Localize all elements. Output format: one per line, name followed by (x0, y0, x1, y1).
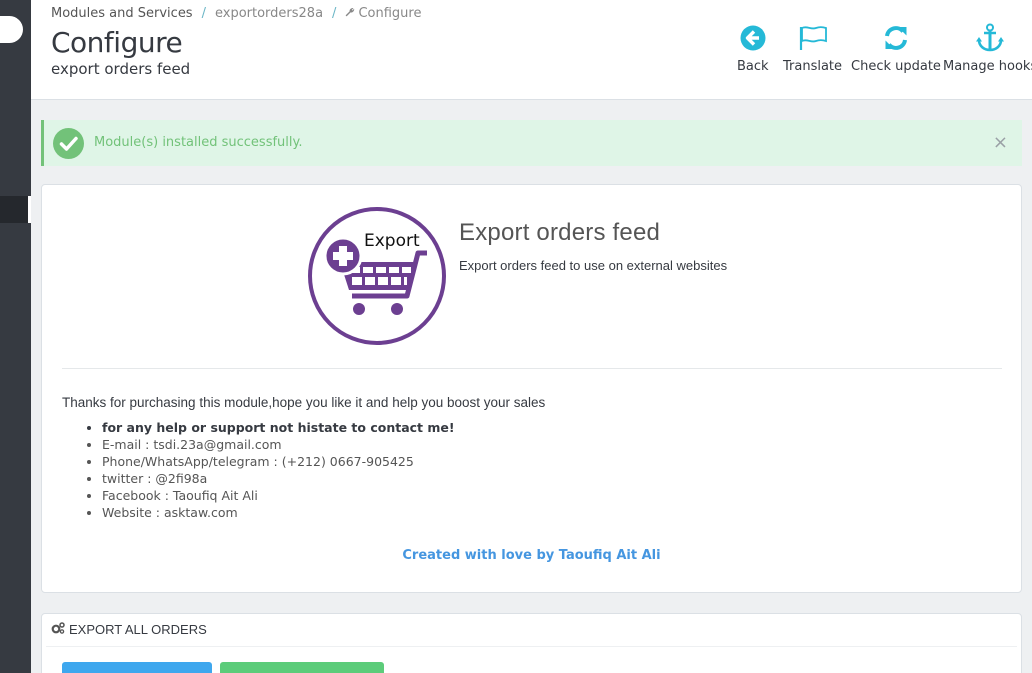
breadcrumb-modules-link[interactable]: Modules and Services (51, 6, 193, 21)
list-item: twitter : @2fi98a (102, 470, 455, 487)
flag-icon (798, 22, 828, 54)
sidebar-active-item[interactable] (0, 196, 31, 223)
panel-divider (46, 646, 1017, 647)
logo-text: Export (364, 231, 420, 251)
panel-title: EXPORT ALL ORDERS (69, 622, 207, 637)
page-title: Configure (51, 26, 183, 59)
translate-label: Translate (783, 59, 843, 74)
anchor-icon (975, 22, 1005, 54)
thanks-message: Thanks for purchasing this module,hope y… (62, 395, 546, 410)
panel-heading: EXPORT ALL ORDERS (51, 622, 207, 637)
gears-icon (51, 622, 65, 637)
export-all-orders-button[interactable] (62, 662, 212, 673)
check-circle-icon (53, 128, 84, 159)
close-icon[interactable]: × (993, 132, 1008, 153)
manage-hooks-button[interactable]: Manage hooks (943, 22, 1032, 74)
list-item: Phone/WhatsApp/telegram : (+212) 0667-90… (102, 453, 455, 470)
module-name: Export orders feed (459, 219, 661, 246)
panel-divider (62, 368, 1002, 369)
sidebar-toggle[interactable] (0, 16, 23, 43)
check-update-label: Check update (851, 59, 941, 74)
list-item: Facebook : Taoufiq Ait Ali (102, 487, 455, 504)
module-description: Export orders feed to use on external we… (459, 258, 728, 273)
alert-message: Module(s) installed successfully. (94, 135, 303, 150)
author-credit-link[interactable]: Created with love by Taoufiq Ait Ali (42, 548, 1021, 563)
breadcrumb: Modules and Services / exportorders28a /… (51, 6, 421, 21)
contact-list: for any help or support not histate to c… (102, 419, 455, 521)
breadcrumb-separator: / (332, 6, 337, 21)
list-item: for any help or support not histate to c… (102, 419, 455, 436)
manage-hooks-label: Manage hooks (943, 59, 1032, 74)
translate-button[interactable]: Translate (783, 22, 842, 74)
list-item: Website : asktaw.com (102, 504, 455, 521)
export-secondary-button[interactable] (220, 662, 384, 673)
check-update-button[interactable]: Check update (851, 22, 941, 74)
export-orders-panel: EXPORT ALL ORDERS (41, 613, 1022, 673)
list-item: E-mail : tsdi.23a@gmail.com (102, 436, 455, 453)
wrench-icon (345, 7, 355, 20)
main-sidebar (0, 0, 31, 673)
breadcrumb-current: Configure (358, 6, 422, 21)
module-info-panel: Export Export orders feed Export orders … (41, 184, 1022, 593)
circle-arrow-left-icon (740, 22, 766, 54)
breadcrumb-separator: / (201, 6, 206, 21)
breadcrumb-module-link[interactable]: exportorders28a (215, 6, 323, 21)
back-button[interactable]: Back (737, 22, 769, 74)
module-logo: Export (307, 206, 447, 346)
page-subtitle: export orders feed (51, 60, 191, 78)
back-label: Back (737, 59, 769, 74)
refresh-icon (882, 22, 910, 54)
page-header: Modules and Services / exportorders28a /… (31, 0, 1032, 100)
success-alert: Module(s) installed successfully. × (41, 120, 1022, 166)
